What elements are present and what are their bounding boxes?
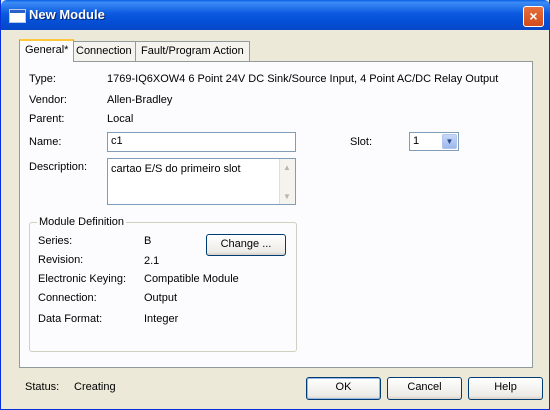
connection-value: Output	[144, 292, 178, 304]
vendor-value: Allen-Bradley	[107, 94, 173, 106]
slot-label: Slot:	[350, 136, 373, 148]
revision-value: 2.1	[144, 255, 160, 267]
description-label: Description:	[29, 161, 88, 173]
module-definition-legend: Module Definition	[39, 216, 124, 228]
type-value: 1769-IQ6XOW4 6 Point 24V DC Sink/Source …	[107, 73, 499, 85]
revision-label: Revision:	[38, 254, 84, 266]
tab-connection-label: Connection	[76, 45, 132, 57]
parent-value: Local	[107, 113, 134, 125]
name-input[interactable]: c1	[107, 132, 296, 152]
slot-select[interactable]: 1 ▼	[409, 132, 459, 151]
series-value: B	[144, 235, 152, 247]
tab-fault-program-action[interactable]: Fault/Program Action	[135, 41, 250, 61]
parent-label: Parent:	[29, 113, 65, 125]
tab-fault-program-action-label: Fault/Program Action	[141, 45, 244, 57]
status-value: Creating	[74, 381, 116, 393]
scroll-up-icon[interactable]: ▲	[283, 163, 291, 172]
window-title: New Module	[29, 7, 105, 22]
change-button[interactable]: Change ...	[206, 234, 286, 256]
connection-label: Connection:	[38, 292, 97, 304]
slot-select-value: 1	[413, 135, 420, 147]
help-button[interactable]: Help	[468, 377, 543, 400]
tab-general-label: General*	[25, 44, 69, 56]
status-label: Status:	[25, 381, 60, 393]
chevron-down-icon[interactable]: ▼	[442, 134, 457, 149]
scroll-down-icon[interactable]: ▼	[283, 192, 291, 201]
tab-connection[interactable]: Connection	[70, 41, 138, 61]
vendor-label: Vendor:	[29, 94, 67, 106]
data-format-value: Integer	[144, 313, 179, 325]
ok-button[interactable]: OK	[306, 377, 381, 400]
series-label: Series:	[38, 235, 73, 247]
new-module-dialog: New Module × General* Connection Fault/P…	[0, 0, 550, 410]
electronic-keying-label: Electronic Keying:	[38, 273, 127, 285]
title-bar[interactable]: New Module ×	[1, 0, 550, 30]
electronic-keying-value: Compatible Module	[144, 273, 239, 285]
name-label: Name:	[29, 136, 62, 148]
window-icon	[9, 9, 26, 23]
cancel-button[interactable]: Cancel	[387, 377, 462, 400]
description-text: cartao E/S do primeiro slot	[111, 163, 241, 175]
close-button[interactable]: ×	[523, 6, 544, 27]
description-textarea[interactable]: cartao E/S do primeiro slot ▲ ▼	[107, 158, 296, 205]
description-scrollbar[interactable]: ▲ ▼	[279, 159, 295, 204]
type-label: Type:	[29, 73, 56, 85]
data-format-label: Data Format:	[38, 313, 103, 325]
tab-general[interactable]: General*	[19, 39, 75, 62]
